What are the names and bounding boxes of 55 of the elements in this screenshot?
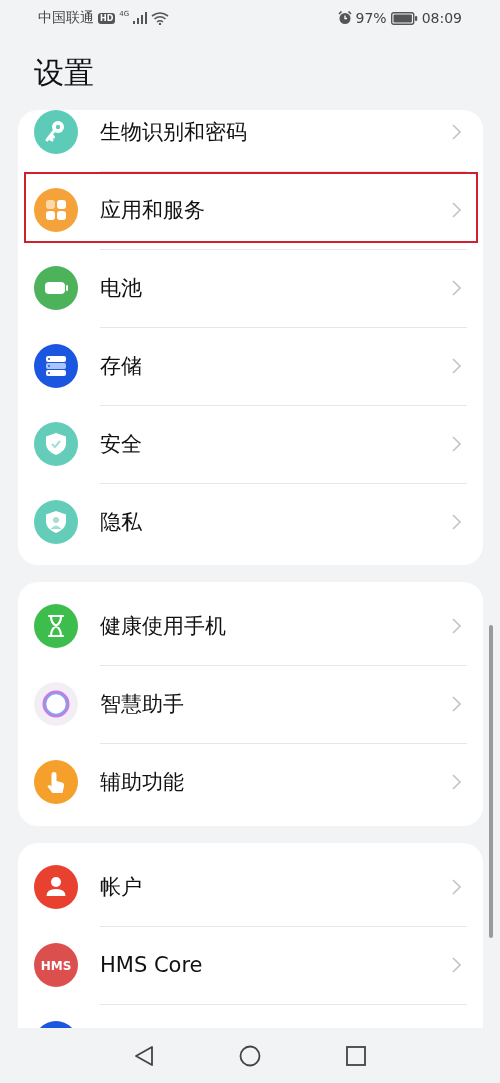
- battery-icon: [390, 11, 418, 25]
- signal-icon: [133, 12, 148, 24]
- item-label: 应用和服务: [100, 196, 205, 224]
- back-icon[interactable]: [134, 1044, 154, 1067]
- hd-badge: HD: [98, 12, 116, 24]
- chevron-icon: [452, 357, 461, 374]
- settings-item[interactable]: 辅助功能: [18, 743, 483, 821]
- chevron-icon: [452, 878, 461, 895]
- privacy-icon: [34, 500, 78, 544]
- carrier-name: 中国联通: [38, 9, 94, 27]
- battery-icon: [34, 266, 78, 310]
- hms-icon: HMS: [34, 943, 78, 987]
- alarm-icon: [337, 11, 352, 25]
- chevron-icon: [452, 695, 461, 712]
- settings-item[interactable]: 隐私: [18, 483, 483, 561]
- chevron-icon: [452, 514, 461, 530]
- settings-item[interactable]: 存储: [18, 327, 483, 405]
- app-grid-icon: [34, 188, 78, 232]
- hand-icon: [34, 760, 78, 804]
- clock-time: 08:09: [421, 10, 462, 26]
- settings-item[interactable]: 电池: [18, 249, 483, 327]
- settings-item[interactable]: 帐户: [18, 848, 483, 926]
- settings-item[interactable]: 安全: [18, 405, 483, 483]
- item-label: 电池: [100, 274, 142, 302]
- item-label: 健康使用手机: [100, 612, 226, 640]
- item-label: 智慧助手: [100, 690, 184, 718]
- item-label: 帐户: [100, 873, 142, 901]
- item-label: 生物识别和密码: [100, 118, 247, 146]
- item-label: 辅助功能: [100, 769, 184, 796]
- shield-icon: [34, 422, 78, 466]
- recents-icon[interactable]: [346, 1045, 366, 1066]
- item-label: 安全: [100, 430, 142, 458]
- chevron-icon: [452, 201, 461, 218]
- chevron-icon: [452, 617, 461, 634]
- settings-item[interactable]: 应用和服务: [18, 171, 483, 249]
- chevron-icon: [452, 279, 461, 296]
- page-title: 设置: [34, 53, 94, 92]
- chevron-icon: [452, 123, 461, 140]
- battery-percent: 97%: [355, 10, 387, 26]
- home-icon[interactable]: [239, 1044, 261, 1067]
- person-icon: [34, 865, 78, 909]
- chevron-icon: [452, 435, 461, 452]
- settings-item[interactable]: 生物识别和密码: [18, 110, 483, 171]
- ring-icon: [34, 682, 78, 726]
- settings-item[interactable]: HMS HMS Core: [18, 926, 483, 1004]
- item-label: 隐私: [100, 509, 142, 536]
- storage-icon: [34, 344, 78, 388]
- chevron-icon: [452, 956, 461, 973]
- wifi-icon: [151, 11, 170, 25]
- hourglass-icon: [34, 604, 78, 648]
- item-label: HMS Core: [100, 952, 203, 977]
- item-label: 存储: [100, 352, 142, 380]
- chevron-icon: [452, 774, 461, 790]
- settings-item[interactable]: 健康使用手机: [18, 587, 483, 665]
- settings-item[interactable]: 智慧助手: [18, 665, 483, 743]
